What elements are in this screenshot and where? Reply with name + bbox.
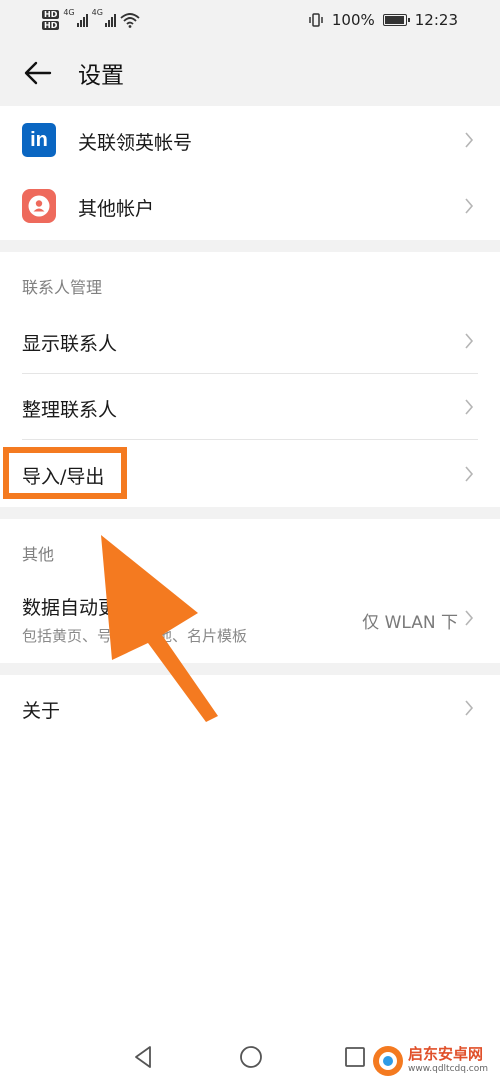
- watermark-brand: 启东安卓网: [408, 1045, 484, 1063]
- square-recents-icon: [345, 1047, 365, 1067]
- nav-recents-button[interactable]: [340, 1042, 370, 1072]
- annotation-arrow-icon: [101, 535, 218, 722]
- watermark: 启东安卓网 www.qdltcdq.com: [372, 1043, 496, 1079]
- nav-home-button[interactable]: [236, 1042, 266, 1072]
- watermark-url: www.qdltcdq.com: [408, 1064, 489, 1074]
- circle-home-icon: [240, 1046, 262, 1068]
- watermark-logo-icon: [373, 1046, 403, 1076]
- nav-back-button[interactable]: [128, 1042, 158, 1072]
- triangle-back-icon: [135, 1046, 151, 1068]
